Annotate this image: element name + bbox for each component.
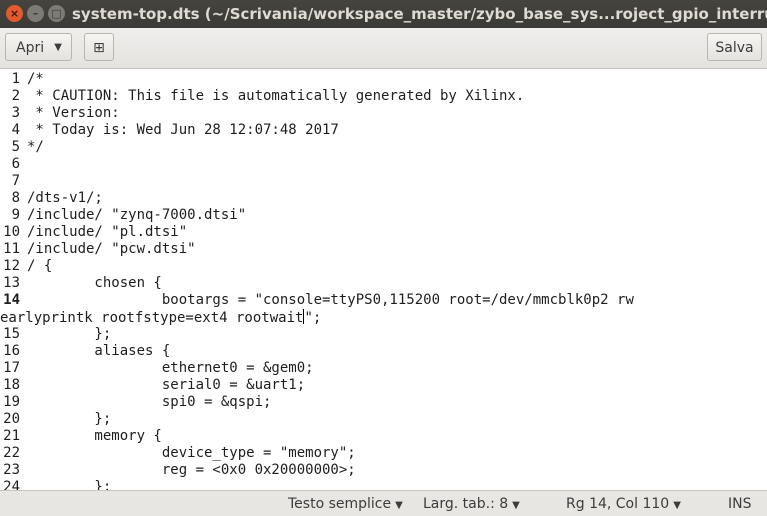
maximize-window-button[interactable]: □ [48,5,65,22]
line-number: 13 [3,275,20,291]
line-text: /dts-v1/; [27,190,103,206]
line-text: }; [27,479,112,490]
window-title: system-top.dts (~/Scrivania/workspace_ma… [72,5,767,23]
tab-width-selector[interactable]: Larg. tab.: 8 ▼ [423,496,520,512]
line-text: }; [27,326,112,342]
open-label: Apri [16,40,45,56]
text-editor[interactable]: 1 /* 2 * CAUTION: This file is automatical… [0,69,767,490]
line-number: 12 [3,258,20,274]
line-number: 6 [11,156,20,172]
header-toolbar: Apri ▼ ⊞ Salva [0,28,767,69]
line-text: */ [27,139,44,155]
line-text: * Version: [27,105,120,121]
line-number: 17 [3,360,20,376]
line-text-after-cursor: "; [304,310,322,326]
line-text: /include/ "pcw.dtsi" [27,241,196,257]
minimize-window-button[interactable]: – [27,5,44,22]
line-number: 9 [11,207,20,223]
line-number: 20 [3,411,20,427]
line-number: 8 [11,190,20,206]
line-text: serial0 = &uart1; [27,377,306,393]
syntax-selector[interactable]: Testo semplice ▼ [288,496,403,512]
line-text-before-cursor: earlyprintk rootfstype=ext4 rootwait [0,310,304,326]
syntax-label: Testo semplice [288,496,392,512]
new-document-icon: ⊞ [93,40,105,56]
title-bar: × – □ system-top.dts (~/Scrivania/worksp… [0,0,767,28]
line-number: 16 [3,343,20,359]
line-text: memory { [27,428,162,444]
tab-width-label: Larg. tab.: 8 [423,496,509,512]
line-text: ethernet0 = &gem0; [27,360,314,376]
cursor-position[interactable]: Rg 14, Col 110 ▼ [566,496,681,512]
close-window-button[interactable]: × [6,5,23,22]
line-text: }; [27,411,112,427]
line-text: /* [27,71,44,87]
line-text: bootargs = "console=ttyPS0,115200 root=/… [27,292,634,308]
open-button[interactable]: Apri ▼ [5,33,72,61]
line-number: 7 [11,173,20,189]
save-button[interactable]: Salva [707,33,762,61]
line-number: 1 [11,71,20,87]
line-number: 18 [3,377,20,393]
chevron-down-icon: ▼ [395,500,403,511]
line-number: 4 [11,122,20,138]
line-number: 11 [3,241,20,257]
line-text: earlyprintk rootfstype=ext4 rootwait"; [0,309,321,327]
line-number: 15 [3,326,20,342]
insert-mode-indicator[interactable]: INS [728,496,752,512]
line-number: 5 [11,139,20,155]
line-text: / { [27,258,53,274]
line-text: aliases { [27,343,171,359]
line-number: 19 [3,394,20,410]
chevron-down-icon: ▼ [54,42,62,53]
line-text: * CAUTION: This file is automatically ge… [27,88,525,104]
line-number: 23 [3,462,20,478]
line-text: /include/ "pl.dtsi" [27,224,188,240]
line-text: chosen { [27,275,162,291]
line-number: 10 [3,224,20,240]
line-number: 24 [3,479,20,490]
cursor-position-label: Rg 14, Col 110 [566,496,670,512]
chevron-down-icon: ▼ [512,500,520,511]
line-number: 2 [11,88,20,104]
line-number: 14 [3,292,20,308]
line-number: 22 [3,445,20,461]
line-text: spi0 = &qspi; [27,394,272,410]
new-tab-button[interactable]: ⊞ [84,33,114,61]
line-text: /include/ "zynq-7000.dtsi" [27,207,247,223]
line-text: device_type = "memory"; [27,445,356,461]
line-text: reg = <0x0 0x20000000>; [27,462,356,478]
line-number: 21 [3,428,20,444]
status-bar: Testo semplice ▼ Larg. tab.: 8 ▼ Rg 14, Co… [0,490,767,516]
chevron-down-icon: ▼ [673,500,681,511]
line-number: 3 [11,105,20,121]
line-text: * Today is: Wed Jun 28 12:07:48 2017 [27,122,339,138]
